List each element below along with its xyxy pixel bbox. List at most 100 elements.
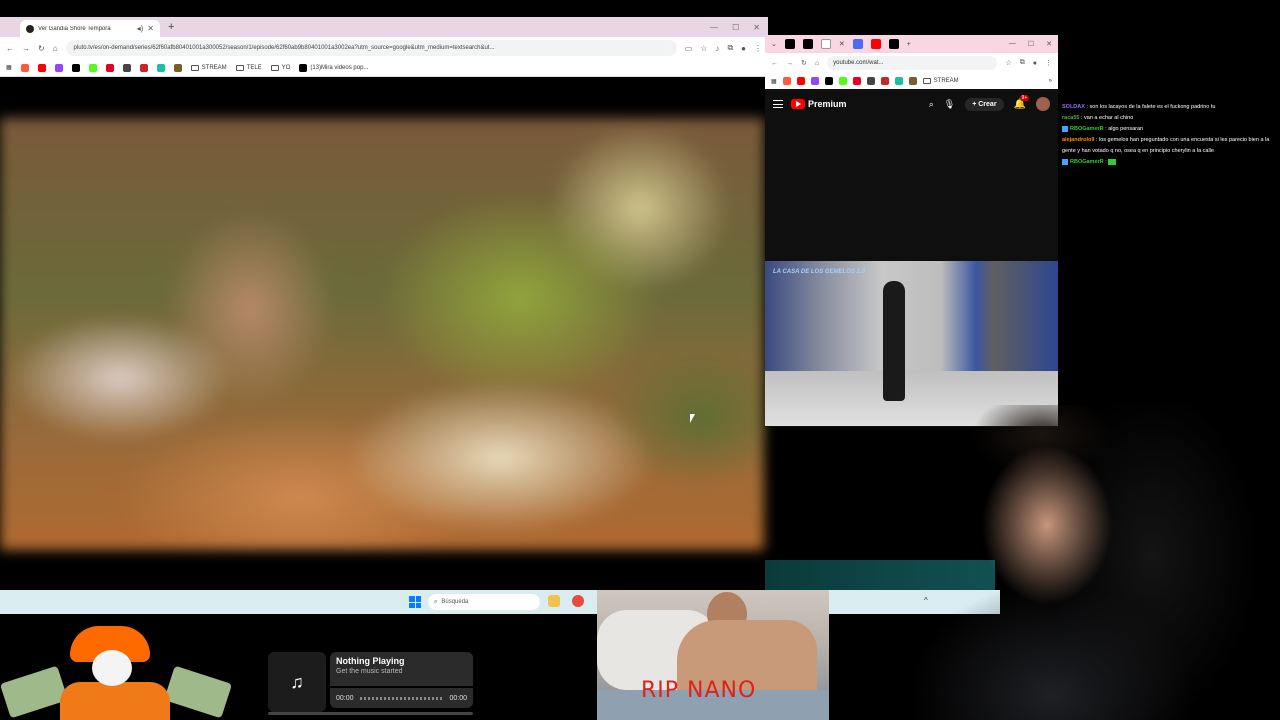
tiktok-tab[interactable] bbox=[802, 39, 813, 49]
forward-icon[interactable]: → bbox=[786, 60, 793, 67]
bookmark-icon[interactable] bbox=[122, 63, 131, 72]
url-field[interactable]: pluto.tv/es/on-demand/series/62f60afb804… bbox=[65, 40, 677, 56]
bookmark-folder-stream[interactable]: STREAM bbox=[190, 64, 227, 71]
youtube-bookmark-icon[interactable] bbox=[37, 63, 46, 72]
kick-bookmark-icon[interactable] bbox=[88, 63, 97, 72]
youtube-premium-logo[interactable]: Premium bbox=[791, 99, 847, 109]
star-icon[interactable]: ☆ bbox=[1005, 59, 1011, 67]
apps-icon[interactable]: ▦ bbox=[771, 78, 777, 85]
video-person bbox=[883, 281, 905, 401]
search-icon[interactable]: ⌕ bbox=[929, 99, 934, 110]
pluto-video-player[interactable] bbox=[0, 118, 764, 550]
stream-chat: SOLDAX : son los lacayos de la falete es… bbox=[1062, 102, 1280, 168]
bookmark-tiktok[interactable]: (13)Mira videos pop... bbox=[299, 63, 369, 72]
avatar[interactable] bbox=[1036, 97, 1050, 111]
new-tab-icon[interactable]: + bbox=[168, 21, 174, 33]
cast-icon[interactable]: ▭ bbox=[685, 44, 693, 53]
profile-icon[interactable]: ● bbox=[1033, 60, 1037, 67]
menu-icon[interactable]: ⋮ bbox=[1045, 59, 1052, 67]
youtube-tab[interactable] bbox=[870, 39, 881, 49]
music-note-icon: ♫ bbox=[268, 652, 326, 712]
youtube-bookmark-icon[interactable] bbox=[796, 77, 805, 85]
profile-icon[interactable]: ● bbox=[741, 44, 746, 53]
maximize-icon[interactable]: ☐ bbox=[732, 23, 739, 32]
twitch-bookmark-icon[interactable] bbox=[810, 77, 819, 85]
home-icon[interactable]: ⌂ bbox=[53, 44, 58, 53]
pinterest-bookmark-icon[interactable] bbox=[105, 63, 114, 72]
joker-money-overlay bbox=[0, 620, 233, 720]
more-bookmarks-icon[interactable]: » bbox=[1049, 78, 1052, 84]
bookmark-icon[interactable] bbox=[782, 77, 791, 85]
kick-bookmark-icon[interactable] bbox=[838, 77, 847, 85]
youtube-play-icon bbox=[791, 99, 805, 109]
reload-icon[interactable]: ↻ bbox=[801, 59, 807, 67]
money-stack-icon bbox=[0, 665, 69, 719]
audio-icon[interactable]: ♪ bbox=[715, 44, 719, 53]
bookmark-folder-tele[interactable]: TELE bbox=[235, 64, 262, 71]
pinterest-bookmark-icon[interactable] bbox=[852, 77, 861, 85]
extensions-icon[interactable]: ⧉ bbox=[727, 43, 733, 53]
star-icon[interactable]: ☆ bbox=[700, 44, 707, 53]
close-tab-icon[interactable]: ✕ bbox=[839, 40, 845, 48]
streamer-webcam bbox=[862, 405, 1280, 720]
notifications-bell-icon[interactable]: 🔔 9+ bbox=[1014, 94, 1030, 110]
back-icon[interactable]: ← bbox=[771, 60, 778, 67]
chat-username: SOLDAX bbox=[1062, 104, 1085, 110]
close-window-icon[interactable]: ✕ bbox=[753, 23, 760, 32]
close-tab-icon[interactable]: ✕ bbox=[147, 24, 154, 33]
bookmark-label: TELE bbox=[246, 64, 262, 71]
sound-icon[interactable]: ◂) bbox=[137, 24, 144, 33]
forward-icon[interactable]: → bbox=[22, 44, 30, 53]
minimize-icon[interactable]: — bbox=[710, 23, 718, 32]
extensions-icon[interactable]: ⧉ bbox=[1020, 59, 1025, 67]
apps-icon[interactable]: ▦ bbox=[6, 64, 12, 71]
bookmark-icon[interactable] bbox=[866, 77, 875, 85]
bookmark-icon[interactable] bbox=[20, 63, 29, 72]
youtube-video-player[interactable]: LA CASA DE LOS GEMELOS 2.0 bbox=[765, 261, 1058, 426]
twitch-bookmark-icon[interactable] bbox=[54, 63, 63, 72]
tiktok-bookmark-icon[interactable] bbox=[71, 63, 80, 72]
tiktok-bookmark-icon[interactable] bbox=[824, 77, 833, 85]
microphone-icon[interactable]: 🎙 bbox=[944, 99, 955, 110]
create-button[interactable]: + Crear bbox=[965, 97, 1004, 111]
maximize-icon[interactable]: ☐ bbox=[1028, 40, 1034, 48]
stream-screen: Ver Gandia Shore Tempora ◂) ✕ + — ☐ ✕ ← … bbox=[0, 0, 1280, 720]
close-window-icon[interactable]: ✕ bbox=[1046, 40, 1052, 48]
reload-icon[interactable]: ↻ bbox=[38, 44, 45, 53]
chat-message: SOLDAX : son los lacayos de la falete es… bbox=[1062, 102, 1280, 113]
money-stack-icon bbox=[163, 665, 233, 719]
right-browser-window: ⌄ ✕ + — ☐ ✕ ← → ↻ ⌂ youtube.com/wat... ☆ bbox=[765, 35, 1058, 427]
youtube-header: Premium ⌕ 🎙 + Crear 🔔 9+ bbox=[765, 89, 1058, 119]
bookmark-folder-stream[interactable]: STREAM bbox=[922, 78, 959, 84]
back-icon[interactable]: ← bbox=[6, 44, 14, 53]
chat-text: son los lacayos de la falete es el fucko… bbox=[1089, 104, 1216, 110]
tiktok-tab[interactable] bbox=[888, 39, 899, 49]
windows-start-icon[interactable] bbox=[409, 596, 421, 608]
tab[interactable] bbox=[852, 39, 863, 49]
tab-list-icon[interactable]: ⌄ bbox=[771, 40, 777, 48]
folder-icon bbox=[270, 64, 279, 71]
bookmark-icon[interactable] bbox=[908, 77, 917, 85]
tiktok-tab[interactable] bbox=[784, 39, 795, 49]
hamburger-menu-icon[interactable] bbox=[773, 100, 783, 108]
bookmark-icon[interactable] bbox=[139, 63, 148, 72]
music-subtitle: Get the music started bbox=[336, 668, 403, 675]
tab-active[interactable] bbox=[820, 39, 831, 49]
bookmark-icon[interactable] bbox=[880, 77, 889, 85]
new-tab-icon[interactable]: + bbox=[907, 41, 911, 48]
minimize-icon[interactable]: — bbox=[1009, 40, 1016, 48]
bookmarks-bar: ▦ STREAM TELE YO (13)Mira videos pop... bbox=[0, 59, 768, 77]
taskbar-search[interactable]: ⌕ Búsqueda bbox=[428, 594, 540, 610]
bookmark-folder-yo[interactable]: YO bbox=[270, 64, 290, 71]
home-icon[interactable]: ⌂ bbox=[815, 60, 819, 67]
bookmark-label: (13)Mira videos pop... bbox=[310, 64, 369, 71]
menu-icon[interactable]: ⋮ bbox=[754, 44, 762, 53]
file-explorer-icon[interactable] bbox=[548, 595, 560, 607]
tab-pluto[interactable]: Ver Gandia Shore Tempora ◂) ✕ bbox=[20, 20, 160, 37]
bookmark-icon[interactable] bbox=[173, 63, 182, 72]
bookmark-icon[interactable] bbox=[894, 77, 903, 85]
url-field[interactable]: youtube.com/wat... bbox=[827, 56, 998, 70]
bookmark-icon[interactable] bbox=[156, 63, 165, 72]
chrome-icon[interactable] bbox=[572, 595, 584, 607]
chat-message: raca55 : van a echar al chino bbox=[1062, 113, 1280, 124]
